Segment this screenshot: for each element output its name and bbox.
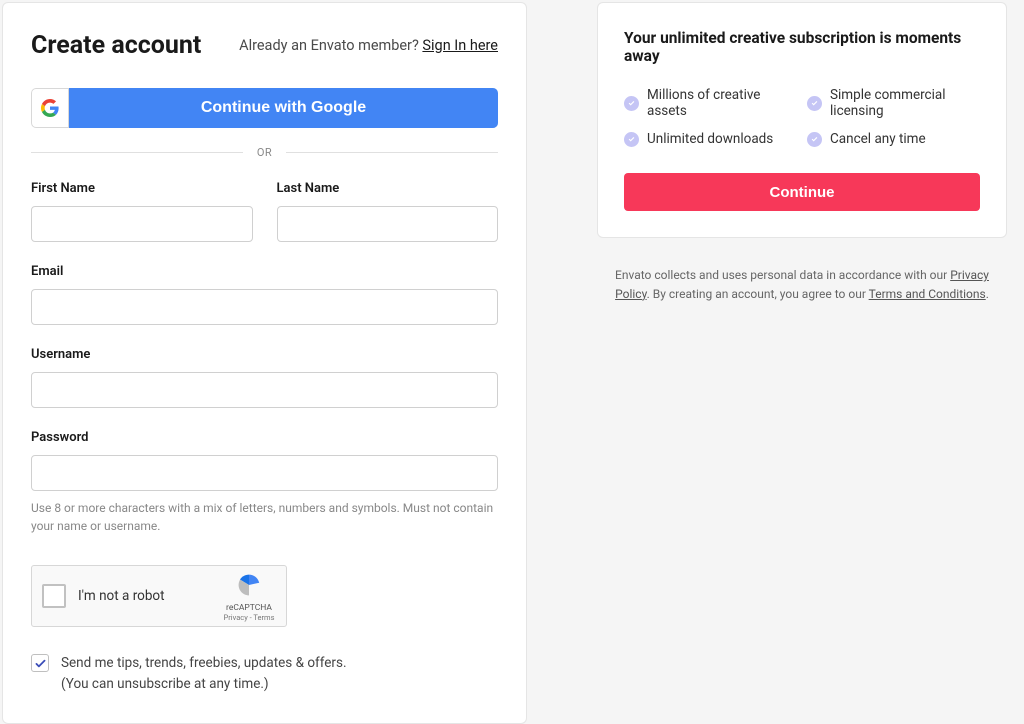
check-circle-icon [624,96,639,111]
disclaimer-text-3: . [986,287,989,301]
or-divider: OR [31,146,498,159]
recaptcha-checkbox[interactable] [42,584,66,608]
continue-button[interactable]: Continue [624,173,980,211]
username-label: Username [31,347,498,362]
benefit-label: Cancel any time [830,131,926,147]
email-input[interactable] [31,289,498,325]
last-name-label: Last Name [277,181,499,196]
consent-line2: (You can unsubscribe at any time.) [61,676,269,692]
google-button-label: Continue with Google [69,88,498,128]
password-input[interactable] [31,455,498,491]
check-circle-icon [807,132,822,147]
legal-disclaimer: Envato collects and uses personal data i… [597,266,1007,303]
password-hint: Use 8 or more characters with a mix of l… [31,499,498,535]
divider-text: OR [243,146,286,159]
continue-with-google-button[interactable]: Continue with Google [31,88,498,128]
recaptcha-widget: I'm not a robot reCAPTCHA Privacy - Term… [31,565,287,627]
disclaimer-text-1: Envato collects and uses personal data i… [615,268,950,282]
divider-line [286,152,498,153]
consent-line1: Send me tips, trends, freebies, updates … [61,655,347,671]
benefit-item: Millions of creative assets [624,87,797,119]
already-member-text: Already an Envato member? [239,37,422,54]
divider-line [31,152,243,153]
disclaimer-text-2: . By creating an account, you agree to o… [647,287,869,301]
subscription-panel: Your unlimited creative subscription is … [597,2,1007,238]
benefit-item: Cancel any time [807,131,980,147]
benefits-list: Millions of creative assets Simple comme… [624,87,980,147]
marketing-consent-row: Send me tips, trends, freebies, updates … [31,653,498,695]
create-account-panel: Create account Already an Envato member?… [2,2,527,724]
check-circle-icon [624,132,639,147]
username-input[interactable] [31,372,498,408]
header-row: Create account Already an Envato member?… [31,31,498,60]
google-icon [31,88,69,128]
marketing-consent-text: Send me tips, trends, freebies, updates … [61,653,347,695]
page-title: Create account [31,31,201,60]
password-label: Password [31,430,498,445]
subscription-title: Your unlimited creative subscription is … [624,29,980,65]
benefit-label: Millions of creative assets [647,87,797,119]
email-label: Email [31,264,498,279]
benefit-item: Simple commercial licensing [807,87,980,119]
recaptcha-logo: reCAPTCHA Privacy - Terms [222,572,276,622]
recaptcha-brand: reCAPTCHA [222,603,276,613]
recaptcha-label: I'm not a robot [78,588,165,604]
check-icon [34,657,47,670]
signin-prompt: Already an Envato member? Sign In here [239,37,498,54]
recaptcha-terms[interactable]: Privacy - Terms [222,613,276,622]
sign-in-link[interactable]: Sign In here [422,37,498,54]
first-name-label: First Name [31,181,253,196]
marketing-consent-checkbox[interactable] [31,654,49,672]
benefit-item: Unlimited downloads [624,131,797,147]
last-name-input[interactable] [277,206,499,242]
terms-link[interactable]: Terms and Conditions [869,287,986,301]
first-name-input[interactable] [31,206,253,242]
benefit-label: Simple commercial licensing [830,87,980,119]
check-circle-icon [807,96,822,111]
benefit-label: Unlimited downloads [647,131,773,147]
